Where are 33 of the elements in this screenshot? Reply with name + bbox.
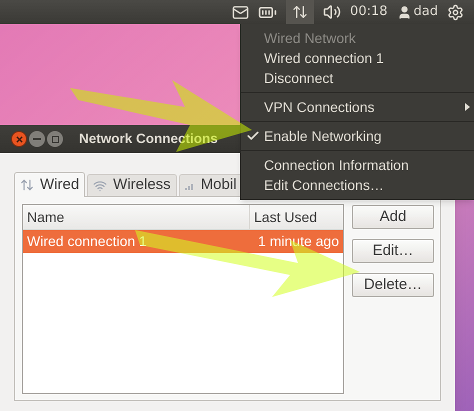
maximize-button[interactable] — [47, 131, 63, 147]
network-indicator[interactable] — [286, 0, 314, 24]
arrows-icon — [20, 178, 34, 192]
settings-icon[interactable] — [447, 4, 464, 20]
dialog-button[interactable]: Edit… — [352, 239, 434, 263]
menu-item[interactable]: Edit Connections… — [241, 175, 474, 195]
close-icon — [16, 136, 22, 142]
column-header[interactable]: Name — [23, 205, 250, 229]
mail-icon[interactable] — [232, 4, 250, 20]
clock[interactable]: 00:18 — [350, 2, 388, 22]
menu-item[interactable]: Wired connection 1 — [241, 48, 474, 68]
menu-item[interactable]: VPN Connections — [241, 97, 474, 117]
column-header[interactable]: Last Used — [250, 205, 343, 229]
dialog-button[interactable]: Delete… — [352, 273, 434, 297]
tab[interactable]: Wireless — [87, 174, 177, 196]
tab[interactable]: Wired — [14, 172, 86, 197]
submenu-arrow-icon — [465, 103, 470, 111]
check-icon — [246, 129, 260, 143]
connection-name: Wired connection 1 — [26, 232, 148, 251]
menu-item[interactable]: Connection Information — [241, 155, 474, 175]
wifi-icon — [93, 178, 108, 192]
close-button[interactable] — [11, 131, 27, 147]
signal-icon — [184, 182, 195, 190]
tab[interactable]: Mobil — [178, 174, 243, 196]
last-used: 1 minute ago — [257, 232, 340, 251]
menu-item[interactable]: Disconnect — [241, 68, 474, 88]
user-name[interactable]: dad — [414, 2, 438, 22]
dialog-button[interactable]: Add — [352, 205, 434, 229]
user-icon[interactable] — [396, 4, 412, 20]
minimize-button[interactable] — [29, 131, 45, 147]
volume-icon[interactable] — [323, 3, 342, 21]
menu-item[interactable]: Enable Networking — [241, 126, 474, 146]
menu-header: Wired Network — [263, 29, 357, 48]
